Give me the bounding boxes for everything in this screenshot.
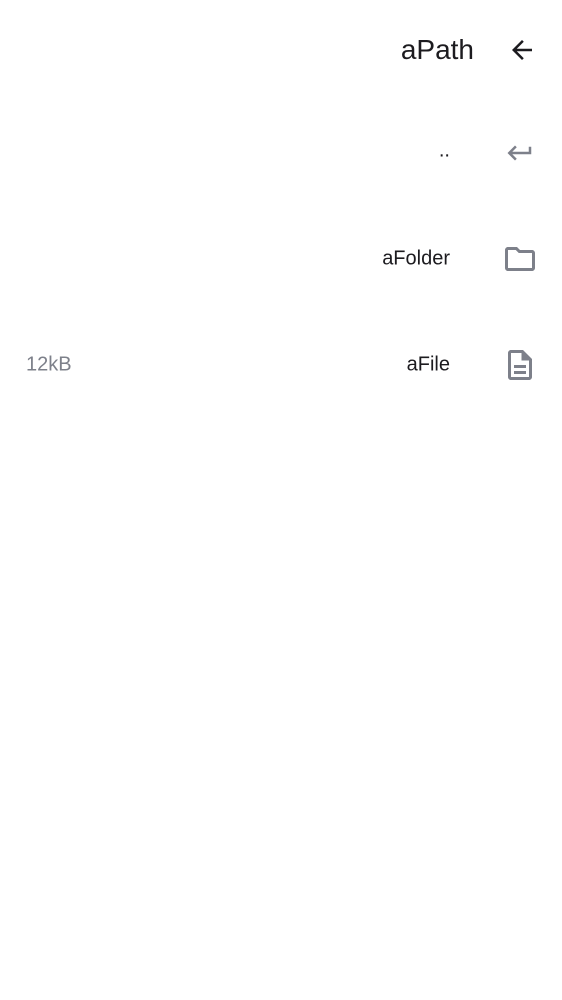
file-size: 12kB [26, 353, 72, 376]
arrow-back-icon [512, 40, 532, 60]
entry-name: .. [438, 139, 450, 162]
back-button[interactable] [500, 28, 544, 72]
entry-name: aFile [406, 353, 450, 376]
entry-name: aFolder [382, 247, 450, 270]
list-item-file[interactable]: 12kB aFile [0, 312, 562, 418]
file-list: .. aFolder 12kB aFile [0, 100, 562, 418]
subdirectory-return-icon [502, 135, 538, 171]
list-item-parent-directory[interactable]: .. [0, 100, 562, 206]
folder-icon [502, 241, 538, 277]
app-bar: aPath [0, 0, 562, 100]
list-item-folder[interactable]: aFolder [0, 206, 562, 312]
file-document-icon [502, 347, 538, 383]
page-title: aPath [400, 34, 474, 65]
